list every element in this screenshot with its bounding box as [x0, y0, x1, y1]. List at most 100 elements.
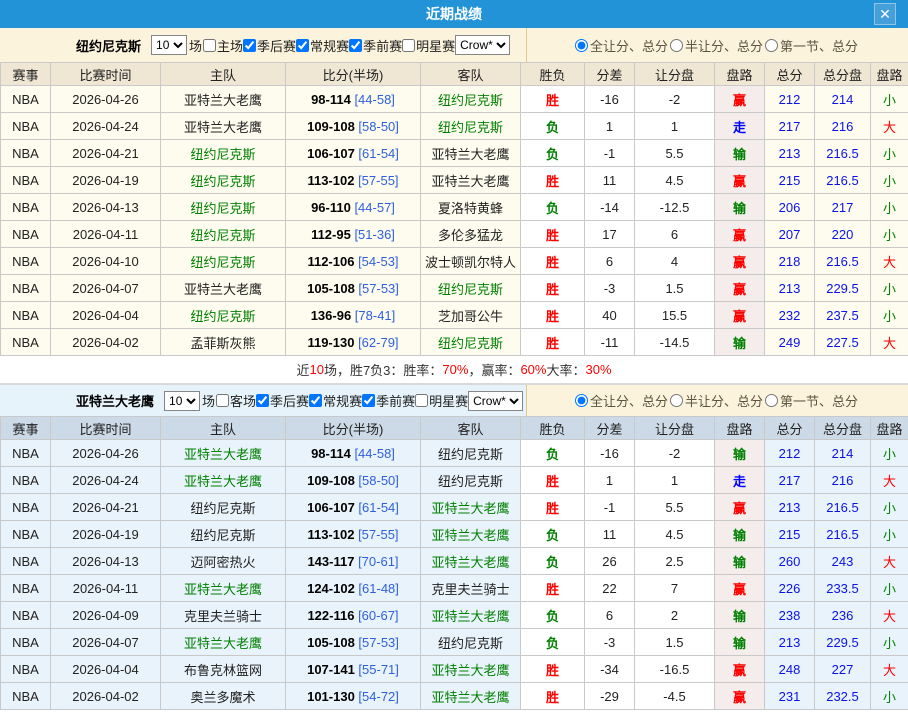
cell-date: 2026-04-24 [51, 113, 161, 140]
cell-win-loss: 负 [521, 113, 585, 140]
cell-over-under: 小 [871, 275, 908, 302]
half-time-score: [44-58] [351, 92, 395, 107]
game-row: NBA2026-04-26亚特兰大老鹰98-114 [44-58]纽约尼克斯负-… [1, 440, 908, 467]
checkbox-playoffs[interactable]: 季后赛 [243, 36, 296, 55]
games-count-select[interactable]: 10 [164, 391, 200, 411]
cell-handicap-result: 赢 [715, 221, 765, 248]
cell-win-loss: 胜 [521, 275, 585, 302]
cell-win-loss: 胜 [521, 683, 585, 710]
game-row: NBA2026-04-07亚特兰大老鹰105-108 [57-53]纽约尼克斯负… [1, 629, 908, 656]
column-header: 比分(半场) [286, 417, 421, 440]
cell-league: NBA [1, 113, 51, 140]
checkbox-playoffs[interactable]: 季后赛 [256, 391, 309, 410]
cell-handicap-result: 输 [715, 521, 765, 548]
cell-over-under: 大 [871, 248, 908, 275]
checkbox-preseason[interactable]: 季前赛 [362, 391, 415, 410]
odds-source-select[interactable]: Crow* [455, 35, 510, 55]
cell-handicap-line: 1.5 [635, 629, 715, 656]
cell-total-points: 238 [765, 602, 815, 629]
cell-total-line: 220 [815, 221, 871, 248]
column-header: 分差 [585, 417, 635, 440]
checkbox-home-games[interactable]: 主场 [203, 36, 243, 55]
full-time-score: 106-107 [307, 500, 355, 515]
column-header: 主队 [161, 417, 286, 440]
column-header: 分差 [585, 63, 635, 86]
full-time-score: 119-130 [307, 335, 354, 350]
full-time-score: 107-141 [307, 662, 355, 677]
column-header: 总分 [765, 417, 815, 440]
cell-league: NBA [1, 575, 51, 602]
cell-win-loss: 胜 [521, 467, 585, 494]
half-time-score: [54-72] [355, 689, 399, 704]
radio-first-quarter-total[interactable]: 第一节、总分 [765, 391, 858, 410]
cell-total-line: 216 [815, 467, 871, 494]
cell-total-line: 214 [815, 86, 871, 113]
cell-over-under: 小 [871, 221, 908, 248]
radio-full-handicap-total[interactable]: 全让分、总分 [575, 36, 668, 55]
cell-handicap-result: 赢 [715, 575, 765, 602]
cell-total-line: 214 [815, 440, 871, 467]
cell-point-diff: 11 [585, 167, 635, 194]
half-time-score: [57-53] [355, 281, 399, 296]
full-time-score: 96-110 [311, 200, 351, 215]
cell-date: 2026-04-11 [51, 575, 161, 602]
radio-half-handicap-total[interactable]: 半让分、总分 [670, 391, 763, 410]
checkbox-allstar[interactable]: 明星赛 [415, 391, 468, 410]
cell-total-points: 215 [765, 167, 815, 194]
cell-league: NBA [1, 194, 51, 221]
checkbox-allstar[interactable]: 明星赛 [402, 36, 455, 55]
cell-home-team: 迈阿密热火 [161, 548, 286, 575]
radio-full-handicap-total[interactable]: 全让分、总分 [575, 391, 668, 410]
cell-away-team: 亚特兰大老鹰 [421, 167, 521, 194]
cell-away-team: 纽约尼克斯 [421, 113, 521, 140]
cell-away-team: 纽约尼克斯 [421, 86, 521, 113]
cell-handicap-line: 15.5 [635, 302, 715, 329]
cell-handicap-result: 赢 [715, 86, 765, 113]
cell-point-diff: -1 [585, 140, 635, 167]
cell-league: NBA [1, 167, 51, 194]
checkbox-away-games[interactable]: 客场 [216, 391, 256, 410]
games-count-select[interactable]: 10 [151, 35, 187, 55]
cell-handicap-line: 4 [635, 248, 715, 275]
checkbox-regular-season[interactable]: 常规赛 [296, 36, 349, 55]
knicks-results-table: 赛事比赛时间主队比分(半场)客队胜负分差让分盘盘路总分总分盘盘路 NBA2026… [0, 62, 908, 356]
cell-away-team: 纽约尼克斯 [421, 629, 521, 656]
cell-total-points: 213 [765, 629, 815, 656]
cell-win-loss: 负 [521, 521, 585, 548]
cell-league: NBA [1, 656, 51, 683]
half-time-score: [44-57] [351, 200, 395, 215]
half-time-score: [57-55] [354, 173, 398, 188]
cell-over-under: 小 [871, 494, 908, 521]
cell-handicap-result: 输 [715, 602, 765, 629]
cell-home-team: 纽约尼克斯 [161, 194, 286, 221]
game-row: NBA2026-04-11亚特兰大老鹰124-102 [61-48]克里夫兰骑士… [1, 575, 908, 602]
team-name: 亚特兰大老鹰 [76, 391, 154, 410]
cell-win-loss: 胜 [521, 86, 585, 113]
cell-league: NBA [1, 602, 51, 629]
checkbox-preseason[interactable]: 季前赛 [349, 36, 402, 55]
cell-point-diff: -14 [585, 194, 635, 221]
cell-handicap-result: 输 [715, 629, 765, 656]
cell-league: NBA [1, 248, 51, 275]
full-time-score: 112-95 [311, 227, 351, 242]
cell-home-team: 纽约尼克斯 [161, 221, 286, 248]
cell-over-under: 小 [871, 683, 908, 710]
cell-handicap-line: -14.5 [635, 329, 715, 356]
filter-bar-knicks: 纽约尼克斯 10 场 主场 季后赛 常规赛 季前赛 明星赛 Crow* 全让分、… [0, 28, 908, 62]
full-time-score: 113-102 [307, 173, 354, 188]
cell-league: NBA [1, 329, 51, 356]
filter-controls: 纽约尼克斯 10 场 主场 季后赛 常规赛 季前赛 明星赛 Crow* [0, 28, 527, 62]
full-time-score: 98-114 [311, 92, 351, 107]
cell-total-points: 215 [765, 521, 815, 548]
radio-half-handicap-total[interactable]: 半让分、总分 [670, 36, 763, 55]
cell-total-points: 206 [765, 194, 815, 221]
odds-source-select[interactable]: Crow* [468, 391, 523, 411]
close-button[interactable]: ✕ [874, 3, 896, 25]
game-row: NBA2026-04-19纽约尼克斯113-102 [57-55]亚特兰大老鹰负… [1, 521, 908, 548]
column-header: 总分盘 [815, 63, 871, 86]
cell-point-diff: 40 [585, 302, 635, 329]
radio-first-quarter-total[interactable]: 第一节、总分 [765, 36, 858, 55]
checkbox-regular-season[interactable]: 常规赛 [309, 391, 362, 410]
cell-point-diff: 1 [585, 467, 635, 494]
cell-date: 2026-04-09 [51, 602, 161, 629]
